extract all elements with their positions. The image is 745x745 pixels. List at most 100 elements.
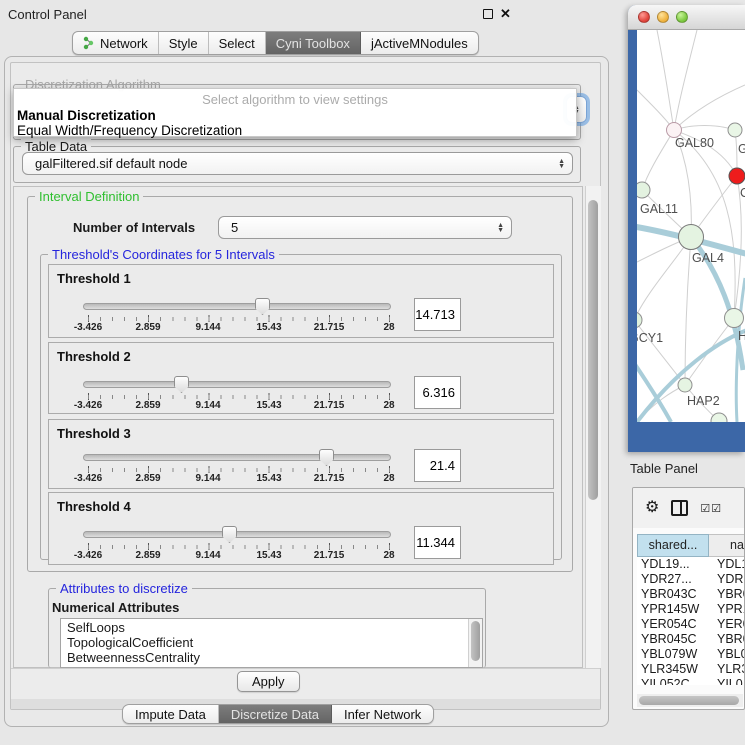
table-horizontal-scrollbar[interactable] — [637, 694, 743, 707]
tick-label: 2.859 — [135, 400, 160, 411]
threshold-4-value-field[interactable]: 11.344 — [414, 526, 461, 559]
tab-infer-network[interactable]: Infer Network — [332, 705, 433, 723]
cell-name: YIL0 — [713, 677, 743, 685]
tab-impute-data[interactable]: Impute Data — [123, 705, 219, 723]
table-panel: ⚙ ☑☑ shared... na YDL19...YDL1 YDR27...Y… — [632, 487, 745, 710]
table-data-combobox[interactable]: galFiltered.sif default node ▲▼ — [22, 152, 573, 175]
node-gcy1[interactable] — [637, 312, 642, 328]
attributes-group-title: Attributes to discretize — [56, 581, 192, 596]
tick-label: 9.144 — [195, 550, 220, 561]
cell-shared-name: YER054C — [637, 617, 713, 632]
tick-label: 2.859 — [135, 473, 160, 484]
select-columns-icon[interactable]: ☑☑ — [700, 502, 722, 515]
attributes-list-scrollbar[interactable] — [468, 619, 482, 667]
threshold-2-slider-track[interactable] — [83, 381, 391, 388]
network-graph: GAL80 G GAL11 C GAL4 GCY1 H HAP2 — [637, 30, 745, 422]
threshold-2-slider-thumb[interactable] — [174, 376, 189, 393]
cell-shared-name: YLR345W — [637, 662, 713, 677]
zoom-traffic-light-icon[interactable] — [676, 11, 688, 23]
node-right-mid[interactable] — [725, 309, 744, 328]
algorithm-dropdown-popup: Select algorithm to view settings Manual… — [13, 88, 577, 137]
table-panel-title: Table Panel — [630, 461, 698, 476]
table-row[interactable]: YER054CYER0 — [637, 617, 745, 632]
node-label: GAL4 — [692, 251, 724, 265]
number-of-intervals-value: 5 — [219, 220, 490, 235]
table-data-selected-value: galFiltered.sif default node — [23, 156, 551, 171]
tab-discretize-data[interactable]: Discretize Data — [219, 705, 332, 723]
tick-label: 15.43 — [256, 322, 281, 333]
columns-icon[interactable] — [671, 500, 688, 516]
table-row[interactable]: YDL19...YDL1 — [637, 557, 745, 572]
node-bottom-partial[interactable] — [711, 413, 727, 422]
threshold-4-slider-track[interactable] — [83, 531, 391, 538]
threshold-1-slider-track[interactable] — [83, 303, 391, 310]
scrollbar-thumb[interactable] — [639, 696, 739, 705]
tab-select[interactable]: Select — [209, 32, 266, 54]
attribute-item[interactable]: BetweennessCentrality — [61, 649, 482, 664]
threshold-1-slider-thumb[interactable] — [255, 298, 270, 315]
column-header-name[interactable]: na — [709, 534, 745, 557]
cell-shared-name: YPR145W — [637, 602, 713, 617]
table-row[interactable]: YPR145WYPR1 — [637, 602, 745, 617]
threshold-4-label: Threshold 4 — [57, 499, 131, 514]
cell-name: YDR2 — [713, 572, 745, 587]
cell-name: YDL1 — [713, 557, 745, 572]
float-panel-icon[interactable] — [483, 9, 493, 19]
attribute-item[interactable]: TopologicalCoefficient — [61, 634, 482, 649]
tick-label: 15.43 — [256, 550, 281, 561]
tick-label: 28 — [383, 550, 394, 561]
node-label: C — [740, 186, 745, 200]
threshold-4-slider-thumb[interactable] — [222, 526, 237, 543]
slider-minor-ticks — [88, 545, 391, 549]
minimize-traffic-light-icon[interactable] — [657, 11, 669, 23]
table-row[interactable]: YBR043CYBR0 — [637, 587, 745, 602]
table-row[interactable]: YBR045CYBR0 — [637, 632, 745, 647]
threshold-3-slider-thumb[interactable] — [319, 449, 334, 466]
tab-infer-network-label: Infer Network — [344, 707, 421, 722]
cell-name: YPR1 — [713, 602, 745, 617]
table-row[interactable]: YDR27...YDR2 — [637, 572, 745, 587]
close-traffic-light-icon[interactable] — [638, 11, 650, 23]
tab-jactivemnodules[interactable]: jActiveMNodules — [361, 32, 478, 54]
algorithm-option-equal-width[interactable]: Equal Width/Frequency Discretization — [17, 123, 242, 138]
threshold-3-label: Threshold 3 — [57, 426, 131, 441]
scrollbar-thumb[interactable] — [588, 200, 598, 500]
number-of-intervals-combobox[interactable]: 5 ▲▼ — [218, 216, 512, 239]
scrollbar-thumb[interactable] — [471, 621, 480, 661]
slider-minor-ticks — [88, 395, 391, 399]
number-of-intervals-label: Number of Intervals — [73, 220, 195, 235]
threshold-3-value-field[interactable]: 21.4 — [414, 449, 461, 482]
threshold-2-value-field[interactable]: 6.316 — [414, 376, 461, 409]
numerical-attributes-list[interactable]: SelfLoops TopologicalCoefficient Between… — [60, 618, 483, 668]
node-gal4[interactable] — [679, 225, 704, 250]
table-row[interactable]: YIL052CYIL0 — [637, 677, 745, 685]
network-window-titlebar[interactable] — [628, 5, 745, 30]
settings-vertical-scrollbar[interactable] — [585, 186, 601, 668]
tab-style[interactable]: Style — [159, 32, 209, 54]
network-view-window[interactable]: GAL80 G GAL11 C GAL4 GCY1 H HAP2 — [628, 5, 745, 452]
tick-label: 9.144 — [195, 322, 220, 333]
cell-name: YER0 — [713, 617, 745, 632]
table-row[interactable]: YLR345WYLR3 — [637, 662, 745, 677]
column-header-shared-name[interactable]: shared... — [637, 534, 709, 557]
network-canvas[interactable]: GAL80 G GAL11 C GAL4 GCY1 H HAP2 — [637, 30, 745, 422]
node-red-selected[interactable] — [729, 168, 745, 184]
attribute-item[interactable]: SelfLoops — [61, 619, 482, 634]
tick-label: 15.43 — [256, 473, 281, 484]
algorithm-option-manual[interactable]: Manual Discretization — [17, 108, 156, 123]
gear-icon[interactable]: ⚙ — [645, 500, 659, 516]
apply-button[interactable]: Apply — [237, 671, 300, 692]
node-gal11[interactable] — [637, 182, 650, 198]
tick-label: 21.715 — [314, 473, 345, 484]
threshold-3-slider-track[interactable] — [83, 454, 391, 461]
table-row[interactable]: YBL079WYBL0 — [637, 647, 745, 662]
tab-cyni-toolbox[interactable]: Cyni Toolbox — [266, 32, 361, 54]
algorithm-placeholder-option[interactable]: Select algorithm to view settings — [14, 92, 576, 107]
node-top-right[interactable] — [728, 123, 742, 137]
table-panel-toolbar: ⚙ ☑☑ — [633, 488, 744, 528]
node-hap2[interactable] — [678, 378, 692, 392]
tab-network[interactable]: Network — [73, 32, 159, 54]
tick-label: 28 — [383, 400, 394, 411]
threshold-1-value-field[interactable]: 14.713 — [414, 298, 461, 331]
close-panel-icon[interactable]: ✕ — [500, 9, 511, 19]
